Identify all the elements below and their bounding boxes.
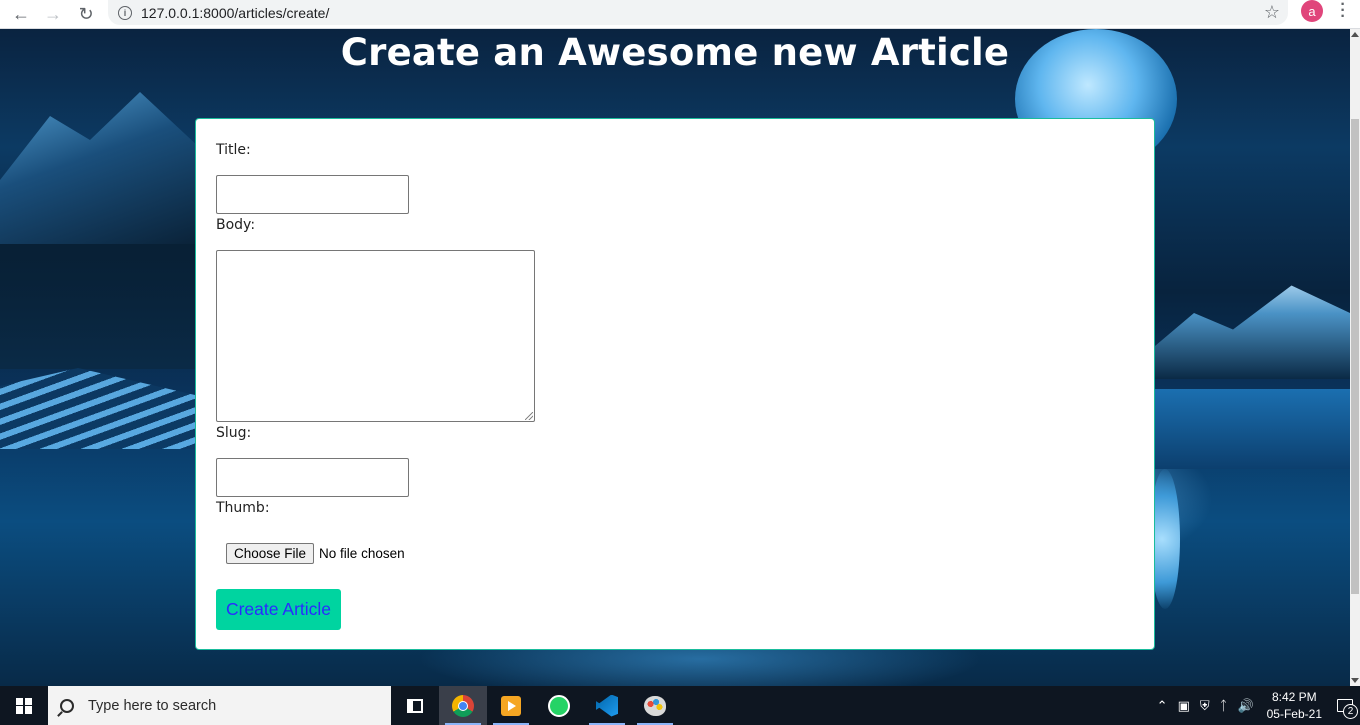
choose-file-button[interactable]: Choose File [226, 543, 315, 564]
start-button[interactable] [0, 686, 48, 725]
body-label: Body: [216, 217, 256, 233]
clock-date: 05-Feb-21 [1266, 706, 1322, 721]
background-lake [1155, 389, 1350, 469]
taskbar-search-placeholder: Type here to search [88, 697, 217, 714]
tray-volume-icon[interactable]: 🔊 [1232, 698, 1258, 714]
site-info-icon[interactable]: i [118, 5, 132, 20]
address-bar[interactable]: i 127.0.0.1:8000/articles/create/ ☆ [108, 0, 1288, 25]
taskbar-vlc[interactable] [487, 686, 535, 725]
slug-label: Slug: [216, 425, 252, 441]
windows-taskbar: Type here to search ⌃ ▣ ⛨ ᛏ 🔊 8:42 PM 05… [0, 686, 1360, 725]
task-view-button[interactable] [391, 686, 439, 725]
browser-menu-icon[interactable]: · · · [1338, 0, 1348, 25]
tray-bluetooth-icon[interactable]: ᛏ [1215, 698, 1233, 713]
action-center-button[interactable]: 2 [1330, 686, 1360, 725]
reload-button[interactable]: ↻ [70, 0, 102, 29]
tray-overflow-chevron-icon[interactable]: ⌃ [1152, 698, 1173, 714]
whatsapp-icon [548, 694, 570, 717]
bookmark-star-icon[interactable]: ☆ [1264, 2, 1280, 23]
body-textarea[interactable] [216, 250, 535, 422]
page-title: Create an Awesome new Article [340, 31, 1010, 74]
thumb-file-input: Choose File No file chosen [226, 543, 405, 564]
background-mountain-right [1155, 285, 1350, 379]
chrome-icon [452, 694, 474, 717]
tray-monitor-icon[interactable]: ▣ [1173, 698, 1195, 714]
scroll-down-arrow-icon[interactable] [1351, 678, 1359, 683]
system-tray: ⌃ ▣ ⛨ ᛏ 🔊 8:42 PM 05-Feb-21 2 [1152, 686, 1360, 725]
forward-button[interactable]: → [37, 0, 69, 29]
page-scrollbar[interactable] [1350, 29, 1360, 686]
profile-avatar[interactable]: a [1301, 0, 1323, 22]
browser-toolbar: ← → ↻ i 127.0.0.1:8000/articles/create/ … [0, 0, 1360, 29]
thumb-label: Thumb: [216, 500, 270, 516]
scroll-up-arrow-icon[interactable] [1351, 32, 1359, 37]
tray-security-icon[interactable]: ⛨ [1195, 698, 1215, 714]
file-status: No file chosen [319, 546, 405, 561]
taskbar-search[interactable]: Type here to search [48, 686, 391, 725]
back-button[interactable]: ← [5, 0, 37, 29]
notification-badge: 2 [1343, 704, 1358, 719]
clock-time: 8:42 PM [1271, 689, 1317, 704]
address-url[interactable]: 127.0.0.1:8000/articles/create/ [141, 5, 329, 21]
search-icon [60, 698, 74, 713]
page-viewport: Create an Awesome new Article Title: Bod… [0, 29, 1350, 686]
task-view-icon [407, 698, 423, 713]
scroll-thumb[interactable] [1351, 119, 1359, 594]
article-form: Title: Body: Slug: Thumb: Choose File No… [195, 118, 1155, 650]
taskbar-vscode[interactable] [583, 686, 631, 725]
background-rocks [0, 368, 195, 449]
vlc-icon [501, 695, 521, 716]
background-mountain-left [0, 92, 200, 244]
taskbar-paint[interactable] [631, 686, 679, 725]
slug-input[interactable] [216, 458, 409, 497]
title-input[interactable] [216, 175, 409, 214]
create-article-button[interactable]: Create Article [216, 589, 341, 630]
taskbar-chrome[interactable] [439, 686, 487, 725]
title-label: Title: [216, 142, 251, 158]
taskbar-whatsapp[interactable] [535, 686, 583, 725]
vscode-icon [596, 694, 618, 717]
resize-grip-icon[interactable] [525, 412, 533, 420]
taskbar-clock[interactable]: 8:42 PM 05-Feb-21 [1259, 689, 1330, 723]
paint-icon [644, 695, 666, 716]
windows-logo-icon [16, 697, 32, 714]
